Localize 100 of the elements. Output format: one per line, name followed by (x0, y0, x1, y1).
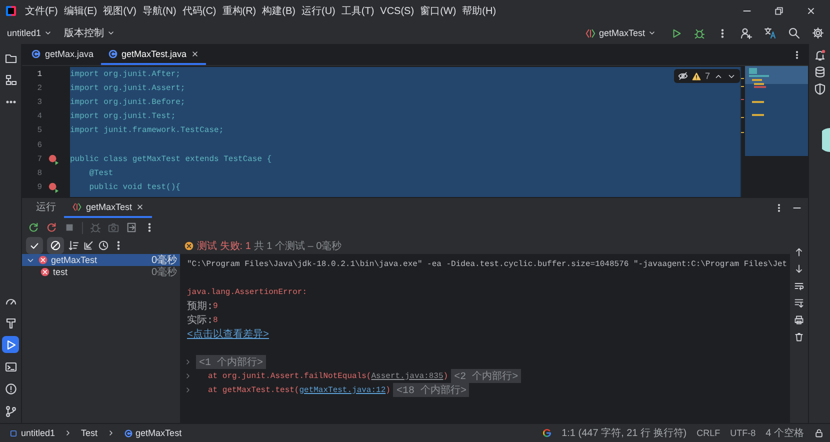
line-number: 7 (36, 154, 42, 164)
menu-item[interactable]: 导航(N) (139, 2, 180, 20)
close-icon[interactable] (190, 50, 199, 58)
menu-item[interactable]: VCS(S) (377, 2, 418, 20)
test-summary: 共 1 个测试 – 0毫秒 (254, 240, 342, 252)
close-icon[interactable] (136, 203, 144, 211)
folder-icon (4, 52, 16, 64)
translate-icon[interactable] (764, 27, 776, 39)
bell-icon[interactable] (814, 49, 826, 61)
menu-item[interactable]: 视图(V) (100, 2, 140, 20)
database-icon[interactable] (814, 66, 826, 78)
folded-lines-tag[interactable]: <2 个内部行> (451, 369, 522, 383)
restore-icon[interactable] (774, 6, 784, 16)
google-icon[interactable] (542, 428, 552, 438)
project-dropdown[interactable]: untitled1 (4, 26, 56, 40)
source-link[interactable]: getMaxTest.java:12 (299, 386, 386, 394)
vcs-dropdown[interactable]: 版本控制 (61, 24, 118, 42)
warning-icon (692, 72, 701, 80)
class-icon (108, 48, 118, 58)
tree-item[interactable]: getMaxTest 0毫秒 (22, 254, 180, 266)
scroll-to-end-icon[interactable] (794, 298, 804, 308)
test-failed-marker-icon[interactable] (48, 182, 59, 194)
menu-item[interactable]: 工具(T) (338, 2, 378, 20)
error-text: java.lang.AssertionError: (187, 288, 308, 296)
menu-item[interactable]: 编辑(E) (60, 2, 100, 20)
arrow-up-icon[interactable] (794, 247, 804, 257)
diff-link[interactable]: <点击以查看差异> (187, 327, 270, 341)
failed-icon (184, 240, 194, 250)
branch-icon (4, 404, 16, 416)
cursor-position[interactable]: 1:1 (447 字符, 21 行 换行符) (562, 426, 687, 440)
hammer-icon (4, 316, 16, 328)
indent-setting[interactable]: 4 个空格 (766, 426, 804, 440)
alert-circle-icon (4, 382, 16, 394)
value-text: 9 (213, 302, 218, 310)
code-line: public class getMaxTest extends TestCase { (70, 154, 272, 164)
terminal-icon (4, 360, 16, 372)
add-user-icon[interactable] (740, 27, 752, 39)
collapse-icon[interactable] (83, 240, 94, 251)
circle-slash-icon (50, 240, 61, 251)
caret-icon (107, 29, 116, 37)
menu-item[interactable]: 构建(B) (259, 2, 298, 20)
close-icon[interactable] (806, 6, 816, 16)
show-passed-toggle[interactable] (26, 237, 43, 254)
file-encoding[interactable]: UTF-8 (730, 428, 756, 438)
menu-item[interactable]: 窗口(W) (417, 2, 460, 20)
breadcrumb[interactable]: Test (78, 426, 101, 440)
menu-item[interactable]: 代码(C) (179, 2, 220, 20)
line-number: 8 (36, 168, 42, 178)
code-line: import org.junit.After; (70, 70, 180, 79)
class-icon (31, 48, 41, 58)
code-line: import org.junit.Before; (70, 98, 186, 107)
line-number: 9 (36, 183, 42, 192)
rerun-icon[interactable] (28, 222, 39, 233)
bug-icon[interactable] (694, 28, 705, 38)
value-text: 8 (213, 316, 218, 324)
test-config-icon (584, 28, 596, 38)
chevron-right-icon (64, 429, 72, 437)
clock-icon[interactable] (98, 240, 109, 251)
search-icon[interactable] (788, 27, 800, 39)
caret-icon (648, 29, 656, 37)
export-icon[interactable] (126, 222, 137, 233)
print-icon[interactable] (794, 315, 804, 325)
stack-text: ) (443, 372, 448, 380)
lock-icon[interactable] (814, 428, 824, 438)
stop-icon[interactable] (64, 222, 75, 233)
run-tool-button[interactable] (2, 336, 19, 353)
panel-tab[interactable]: getMaxTest (64, 198, 152, 218)
file-tab[interactable]: getMax.java (24, 44, 101, 65)
breadcrumb[interactable]: untitled1 (6, 426, 58, 440)
menu-item[interactable]: 文件(F) (22, 2, 61, 20)
wrap-icon[interactable] (794, 281, 804, 291)
code-line: import junit.framework.TestCase; (70, 126, 224, 136)
run-config-dropdown[interactable]: getMaxTest (582, 26, 659, 40)
line-separator[interactable]: CRLF (696, 428, 720, 438)
tree-item[interactable]: test 0毫秒 (22, 266, 180, 278)
menu-item[interactable]: 帮助(H) (459, 2, 500, 20)
module-icon (9, 428, 18, 438)
caret-icon (44, 29, 52, 37)
settings-icon[interactable] (812, 27, 824, 39)
folded-lines-tag[interactable]: <1 个内部行> (196, 355, 266, 369)
menu-item[interactable]: 运行(U) (298, 2, 338, 20)
stack-text: ) (386, 386, 390, 394)
arrow-down-icon[interactable] (794, 264, 804, 274)
file-tab[interactable]: getMaxTest.java (100, 44, 206, 65)
menu-item[interactable]: 重构(R) (219, 2, 260, 20)
code-line: @Test (88, 168, 114, 178)
console-text: "C:\Program Files\Java\jdk-18.0.2.1\bin\java.exe" -ea -Didea.test.cyclic.buffer.size=1048576 "-javaagent:C:\Program Files\Jet (187, 260, 788, 268)
panel-tab[interactable]: 运行 (28, 198, 64, 218)
stack-text: at org.junit.Assert.failNotEquals( (208, 372, 372, 380)
test-failed-marker-icon[interactable] (48, 154, 59, 165)
source-link[interactable]: Assert.java:835 (371, 372, 444, 380)
breadcrumb[interactable]: getMaxTest (120, 426, 185, 440)
shield-icon[interactable] (814, 83, 826, 95)
rerun-failed-icon[interactable] (46, 222, 57, 233)
show-ignored-toggle[interactable] (47, 237, 64, 254)
eye-crossed-icon[interactable] (678, 71, 688, 81)
class-icon (124, 428, 133, 438)
trash-icon[interactable] (794, 332, 804, 342)
run-icon[interactable] (671, 28, 682, 38)
sort-icon[interactable] (68, 240, 79, 251)
